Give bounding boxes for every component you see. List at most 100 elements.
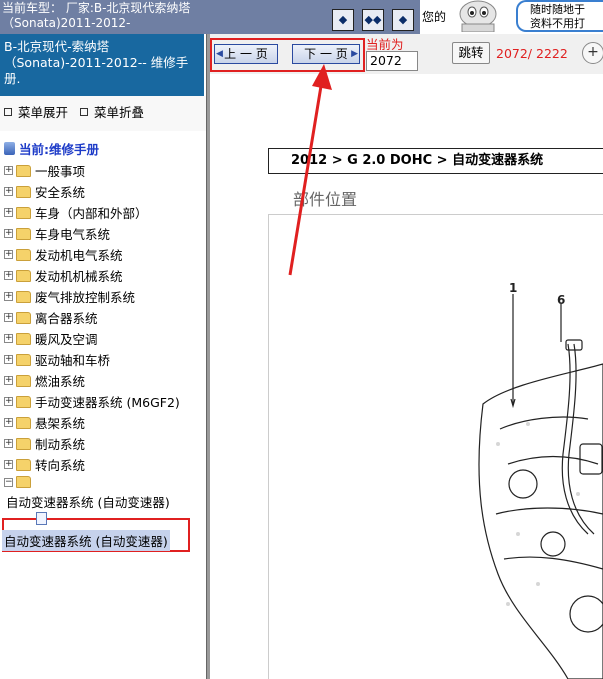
manual-tree: + 一般事项 + 安全系统 + 车身（内部和外部） + 车身电气系统 + 发动机电气系统 … (4, 160, 204, 489)
expand-icon[interactable]: + (4, 292, 13, 301)
folder-icon (16, 227, 31, 240)
collapse-all-link[interactable]: 菜单折叠 (80, 102, 144, 121)
expand-icon[interactable]: + (4, 166, 13, 175)
title-bar: 当前车型： 厂家:B-北京现代索纳塔 （Sonata)2011-2012- ◆ … (0, 0, 603, 34)
tree-item-label: 转向系统 (35, 458, 86, 473)
tree-item-label: 安全系统 (35, 185, 86, 200)
transmission-diagram (478, 294, 603, 679)
expand-icon[interactable]: + (4, 376, 13, 385)
tree-item[interactable]: + 悬架系统 (4, 412, 204, 433)
tree-item-label: 车身电气系统 (35, 227, 111, 242)
folder-icon (16, 374, 31, 387)
callout-label: 6 (557, 293, 566, 307)
collapse-all-label: 菜单折叠 (94, 105, 145, 120)
open-folder-icon (16, 476, 31, 488)
book-icon (4, 142, 15, 155)
tree-item-label: 暖风及空调 (35, 332, 98, 347)
folder-icon (16, 248, 31, 261)
tree-item-label: 悬架系统 (35, 416, 86, 431)
tree-item[interactable]: + 手动变速器系统 (M6GF2) (4, 391, 204, 412)
current-manual-text: 当前:维修手册 (19, 142, 99, 157)
expand-icon[interactable]: + (4, 439, 13, 448)
tree-item-label: 燃油系统 (35, 374, 86, 389)
tree-item[interactable]: + 安全系统 (4, 181, 204, 202)
zoom-in-button[interactable]: + (582, 42, 603, 64)
tree-child-item[interactable]: 自动变速器系统 (自动变速器) (6, 491, 170, 512)
tree-item-label: 发动机电气系统 (35, 248, 123, 263)
square-bullet-icon (4, 107, 12, 116)
folder-icon (16, 416, 31, 429)
left-arrow-icon: ◀ (216, 49, 223, 59)
expand-icon[interactable]: + (4, 355, 13, 364)
prev-page-label: 上 一 页 (224, 47, 268, 61)
tree-item-label: 驱动轴和车桥 (35, 353, 111, 368)
tree-item-label: 手动变速器系统 (M6GF2) (35, 395, 180, 410)
tree-item[interactable]: + 车身电气系统 (4, 223, 204, 244)
mascot-icon (459, 0, 497, 32)
ad-bubble: 随时随地于 资料不用打 (516, 0, 603, 32)
tree-item-label: 车身（内部和外部） (35, 206, 148, 221)
selected-item-label: 自动变速器系统 (自动变速器) (4, 534, 168, 549)
folder-icon (16, 269, 31, 282)
folder-icon (16, 311, 31, 324)
tree-item[interactable]: + 一般事项 (4, 160, 204, 181)
expand-icon[interactable]: + (4, 250, 13, 259)
folder-icon (16, 437, 31, 450)
document-icon (36, 512, 47, 525)
expand-icon[interactable]: + (4, 229, 13, 238)
tree-item-label: 废气排放控制系统 (35, 290, 136, 305)
tree-item[interactable]: + 暖风及空调 (4, 328, 204, 349)
toolbar-button-2[interactable]: ◆◆ (362, 9, 384, 31)
folder-icon (16, 185, 31, 198)
tree-item[interactable]: + 发动机电气系统 (4, 244, 204, 265)
sidebar: B-北京现代-索纳塔（Sonata)-2011-2012-- 维修手册. 菜单展… (0, 34, 206, 679)
expand-icon[interactable]: + (4, 208, 13, 217)
tree-item[interactable]: + 转向系统 (4, 454, 204, 475)
folder-icon (16, 206, 31, 219)
tree-item-label: 一般事项 (35, 164, 86, 179)
current-manual-label[interactable]: 当前:维修手册 (4, 139, 99, 158)
folder-icon (16, 353, 31, 366)
tree-item-label: 制动系统 (35, 437, 86, 452)
car-title-line1: 当前车型： 厂家:B-北京现代索纳塔 (2, 1, 191, 15)
expand-icon[interactable]: + (4, 460, 13, 469)
folder-icon (16, 458, 31, 471)
page-count: 2072/ 2222 (496, 46, 568, 61)
selected-tree-item[interactable]: 自动变速器系统 (自动变速器) (2, 530, 170, 551)
page-number-input[interactable]: 2072 (366, 51, 418, 71)
jump-button[interactable]: 跳转 (452, 42, 490, 64)
tree-item[interactable]: + 制动系统 (4, 433, 204, 454)
expand-all-label: 菜单展开 (18, 105, 69, 120)
expand-icon[interactable]: + (4, 271, 13, 280)
tree-item[interactable]: + 燃油系统 (4, 370, 204, 391)
folder-icon (16, 395, 31, 408)
collapse-icon[interactable]: − (4, 477, 13, 487)
tree-item-open[interactable]: − (4, 475, 204, 489)
square-bullet-icon (80, 107, 88, 116)
right-arrow-icon: ▶ (351, 49, 358, 59)
expand-all-link[interactable]: 菜单展开 (4, 102, 68, 121)
folder-icon (16, 164, 31, 177)
toolbar-button-1[interactable]: ◆ (332, 9, 354, 31)
expand-icon[interactable]: + (4, 397, 13, 406)
callout-label: 1 (509, 281, 518, 295)
bubble-line2: 资料不用打 (530, 17, 585, 30)
expand-icon[interactable]: + (4, 334, 13, 343)
expand-icon[interactable]: + (4, 187, 13, 196)
ad-partial-text: 您的 (422, 10, 447, 24)
tree-item[interactable]: + 驱动轴和车桥 (4, 349, 204, 370)
tree-item[interactable]: + 车身（内部和外部） (4, 202, 204, 223)
tree-child-label: 自动变速器系统 (自动变速器) (6, 495, 170, 510)
prev-page-button[interactable]: ◀ 上 一 页 (214, 44, 278, 64)
expand-icon[interactable]: + (4, 418, 13, 427)
tree-item-label: 发动机机械系统 (35, 269, 123, 284)
folder-icon (16, 332, 31, 345)
toolbar-button-3[interactable]: ◆ (392, 9, 414, 31)
tree-item[interactable]: + 发动机机械系统 (4, 265, 204, 286)
expand-icon[interactable]: + (4, 313, 13, 322)
tree-item[interactable]: + 废气排放控制系统 (4, 286, 204, 307)
tree-item[interactable]: + 离合器系统 (4, 307, 204, 328)
folder-icon (16, 290, 31, 303)
car-title-line2: （Sonata)2011-2012- (2, 16, 131, 30)
manual-title: B-北京现代-索纳塔（Sonata)-2011-2012-- 维修手册. (0, 34, 204, 96)
